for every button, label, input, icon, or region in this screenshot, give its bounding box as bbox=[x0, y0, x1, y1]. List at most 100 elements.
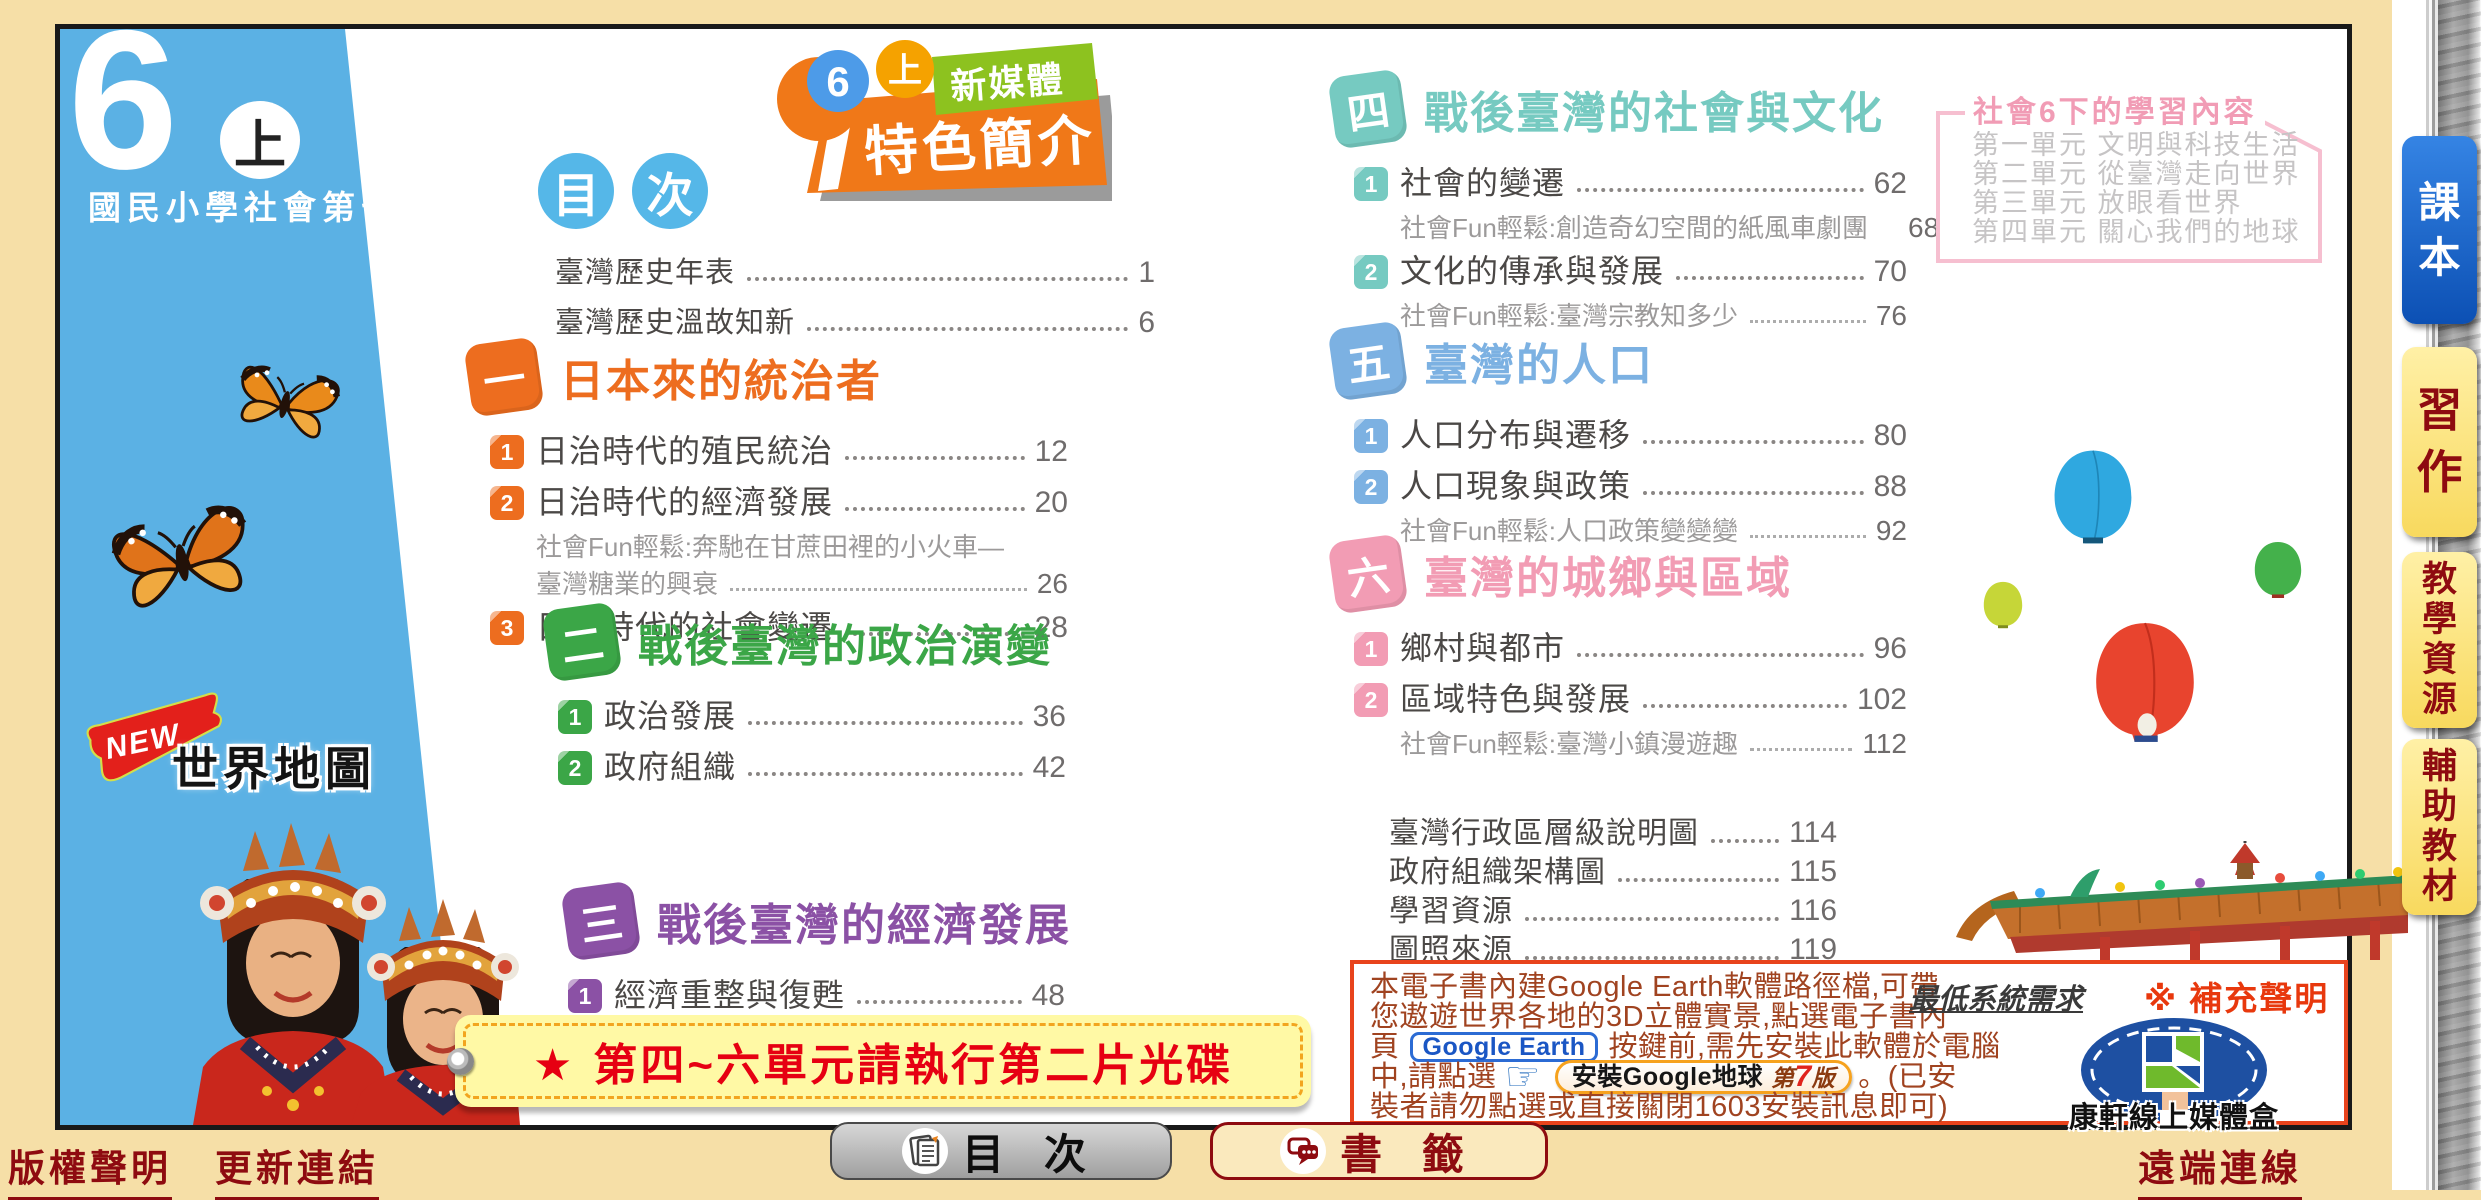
unit-number-icon: 一 bbox=[463, 336, 544, 417]
toc-entry-row[interactable]: 2文化的傳承與發展70 bbox=[1354, 251, 1907, 289]
unit-heading[interactable]: 五臺灣的人口 bbox=[1332, 321, 1907, 401]
side-tab-習作[interactable]: 習作 bbox=[2402, 347, 2477, 537]
toc-entry-row[interactable]: 1經濟重整與復甦48 bbox=[568, 975, 1065, 1013]
side-tab-輔助教材[interactable]: 輔助教材 bbox=[2402, 739, 2477, 915]
leader-dots-icon bbox=[748, 721, 1023, 725]
install-google-earth-button[interactable]: 安裝Google地球 第7版 bbox=[1555, 1060, 1852, 1094]
page-number: 20 bbox=[1035, 486, 1068, 520]
leader-dots-icon bbox=[845, 507, 1025, 511]
toc-entry-label: 臺灣歷史年表 bbox=[555, 256, 735, 290]
toc-entry-row[interactable]: 2區域特色與發展102 bbox=[1354, 679, 1907, 717]
page-number: 96 bbox=[1874, 632, 1907, 666]
banner-text: ★第四~六單元請執行第二片光碟 bbox=[533, 1029, 1233, 1093]
bookmark-nav-button[interactable]: 書 籤 bbox=[1210, 1122, 1548, 1180]
info-line-3-prefix: 頁 bbox=[1370, 1032, 1400, 1062]
tab-char: 教 bbox=[2422, 561, 2457, 599]
tab-char: 材 bbox=[2422, 868, 2457, 906]
feature-intro-badge[interactable]: 新媒體 6 上 特色簡介 bbox=[772, 37, 1112, 205]
toc-entry-label: 臺灣歷史溫故知新 bbox=[555, 306, 795, 340]
page-number: 36 bbox=[1033, 700, 1066, 734]
unit-block-4: 四戰後臺灣的社會與文化 1社會的變遷62 社會Fun輕鬆:創造奇幻空間的紙風車劇團6… bbox=[1332, 69, 1907, 339]
unit-title: 戰後臺灣的經濟發展 bbox=[657, 889, 1071, 953]
grade-number: 6 bbox=[68, 1, 178, 199]
unit-block-5: 五臺灣的人口1人口分布與遷移802人口現象與政策88社會Fun輕鬆:人口政策變變… bbox=[1332, 321, 1907, 554]
toc-nav-button[interactable]: 目 次 bbox=[830, 1122, 1172, 1180]
google-earth-info-box: 本電子書內建Google Earth軟體路徑檔,可帶 您遨遊世界各地的3D立體實… bbox=[1350, 960, 2348, 1125]
toc-entry-label: 文化的傳承與發展 bbox=[1400, 253, 1664, 289]
unit-title: 日本來的統治者 bbox=[560, 345, 882, 409]
tab-char: 教 bbox=[2422, 828, 2457, 866]
install-button-label: 安裝Google地球 bbox=[1572, 1062, 1763, 1092]
update-link[interactable]: 更新連結 bbox=[215, 1138, 379, 1200]
toc-entry-row[interactable]: 1社會的變遷62 bbox=[1354, 163, 1907, 201]
toc-entry-row[interactable]: 1 政治發展 36 bbox=[558, 696, 1066, 734]
toc-entry-label: 社會Fun輕鬆:創造奇幻空間的紙風車劇團 bbox=[1400, 215, 1868, 242]
toc-entry-row[interactable]: 社會Fun輕鬆:臺灣小鎮漫遊趣112 bbox=[1400, 730, 1907, 758]
unit-heading[interactable]: 四戰後臺灣的社會與文化 bbox=[1332, 69, 1907, 149]
page-number: 6 bbox=[1138, 306, 1155, 340]
butterfly-icon bbox=[97, 479, 269, 641]
unit-number-icon: 六 bbox=[1327, 533, 1408, 614]
tab-char: 學 bbox=[2422, 601, 2457, 639]
toc-entry-row[interactable]: 臺灣糖業的興衰26 bbox=[536, 570, 1068, 598]
page-number: 48 bbox=[1032, 979, 1065, 1013]
tab-char: 本 bbox=[2418, 235, 2460, 280]
unit-heading[interactable]: 六臺灣的城鄉與區域 bbox=[1332, 534, 1907, 614]
toc-entry-row[interactable]: 社會Fun輕鬆:創造奇幻空間的紙風車劇團68 bbox=[1400, 214, 1907, 242]
toc-entry-row[interactable]: 臺灣歷史溫故知新 6 bbox=[555, 304, 1155, 340]
toc-entry-row[interactable]: 2政府組織42 bbox=[558, 747, 1066, 785]
leader-dots-icon bbox=[1643, 491, 1864, 495]
toc-entry-label: 政治發展 bbox=[604, 698, 736, 734]
lesson-number-badge: 2 bbox=[1354, 683, 1388, 717]
media-box-label: 康軒線上媒體盒 bbox=[2044, 1094, 2304, 1136]
semester-label: 上 bbox=[234, 103, 286, 178]
lesson-number-badge: 2 bbox=[558, 751, 592, 785]
google-earth-button[interactable]: Google Earth bbox=[1410, 1032, 1599, 1062]
copyright-link[interactable]: 版權聲明 bbox=[8, 1138, 172, 1200]
semester-badge: 上 bbox=[220, 101, 300, 179]
toc-entry-row[interactable]: 學習資源116 bbox=[1389, 898, 1837, 928]
next-book-item: 第四單元 關心我們的地球 bbox=[1972, 218, 2301, 247]
ebook-page: 6 上 國民小學社會第七冊 NEW 世 bbox=[55, 24, 2352, 1130]
toc-entry-row[interactable]: 2人口現象與政策88 bbox=[1354, 466, 1907, 504]
toc-entry-row[interactable]: 社會Fun輕鬆:奔馳在甘蔗田裡的小火車— bbox=[536, 533, 1068, 561]
leader-dots-icon bbox=[747, 277, 1128, 281]
toc-entry-label: 社會Fun輕鬆:臺灣小鎮漫遊趣 bbox=[1400, 731, 1738, 758]
unit-entry-list: 1人口分布與遷移802人口現象與政策88社會Fun輕鬆:人口政策變變變92 bbox=[1354, 415, 1907, 545]
toc-entry-label: 政府組織架構圖 bbox=[1389, 857, 1606, 889]
toc-entry-row[interactable]: 臺灣歷史年表1 bbox=[555, 254, 1155, 290]
unit-heading[interactable]: 一日本來的統治者 bbox=[468, 337, 1068, 417]
unit-heading[interactable]: 二戰後臺灣的政治演變 bbox=[546, 602, 1066, 682]
unit-heading[interactable]: 三戰後臺灣的經濟發展 bbox=[565, 881, 1065, 961]
toc-entry-label: 日治時代的殖民統治 bbox=[536, 433, 833, 469]
lesson-number-badge: 1 bbox=[1354, 419, 1388, 453]
leader-dots-icon bbox=[1577, 653, 1864, 657]
lesson-number-badge: 2 bbox=[1354, 255, 1388, 289]
leader-dots-icon bbox=[1750, 748, 1852, 751]
lesson-number-badge: 1 bbox=[558, 700, 592, 734]
remote-connect-link[interactable]: 遠端連線 bbox=[2138, 1138, 2302, 1200]
toc-entry-row[interactable]: 1鄉村與都市96 bbox=[1354, 628, 1907, 666]
tab-char: 資 bbox=[2422, 641, 2457, 679]
next-book-items: 第一單元 文明與科技生活第二單元 從臺灣走向世界第三單元 放眼看世界第四單元 關… bbox=[1972, 131, 2301, 247]
toc-entry-row[interactable]: 2日治時代的經濟發展20 bbox=[490, 482, 1068, 520]
toc-entry-label: 學習資源 bbox=[1389, 896, 1513, 928]
leader-dots-icon bbox=[1525, 917, 1779, 921]
toc-entry-row[interactable]: 1人口分布與遷移80 bbox=[1354, 415, 1907, 453]
side-tab-課本[interactable]: 課本 bbox=[2402, 136, 2477, 324]
side-tab-教學資源[interactable]: 教學資源 bbox=[2402, 552, 2477, 728]
leader-dots-icon bbox=[1577, 188, 1864, 192]
install-version: 第7版 bbox=[1771, 1062, 1835, 1093]
toc-entry-row[interactable]: 政府組織架構圖115 bbox=[1389, 859, 1837, 889]
page-number: 12 bbox=[1035, 435, 1068, 469]
min-requirements-link[interactable]: 最低系統需求 bbox=[1909, 976, 2083, 1018]
toc-entry-label: 社會Fun輕鬆:奔馳在甘蔗田裡的小火車— bbox=[536, 534, 1004, 561]
page-number: 62 bbox=[1874, 167, 1907, 201]
toc-entry-row[interactable]: 臺灣行政區層級說明圖114 bbox=[1389, 820, 1837, 850]
unit-number-icon: 五 bbox=[1327, 320, 1408, 401]
info-line-3: 頁 Google Earth 按鍵前,需先安裝此軟體於電腦 bbox=[1370, 1032, 2030, 1062]
toc-entry-row[interactable]: 1日治時代的殖民統治12 bbox=[490, 431, 1068, 469]
toc-button-label: 目 次 bbox=[962, 1121, 1100, 1182]
temple-pagoda bbox=[2230, 841, 2260, 879]
unit-block-2: 二戰後臺灣的政治演變 1 政治發展 36 2政府組織42 bbox=[546, 602, 1066, 798]
